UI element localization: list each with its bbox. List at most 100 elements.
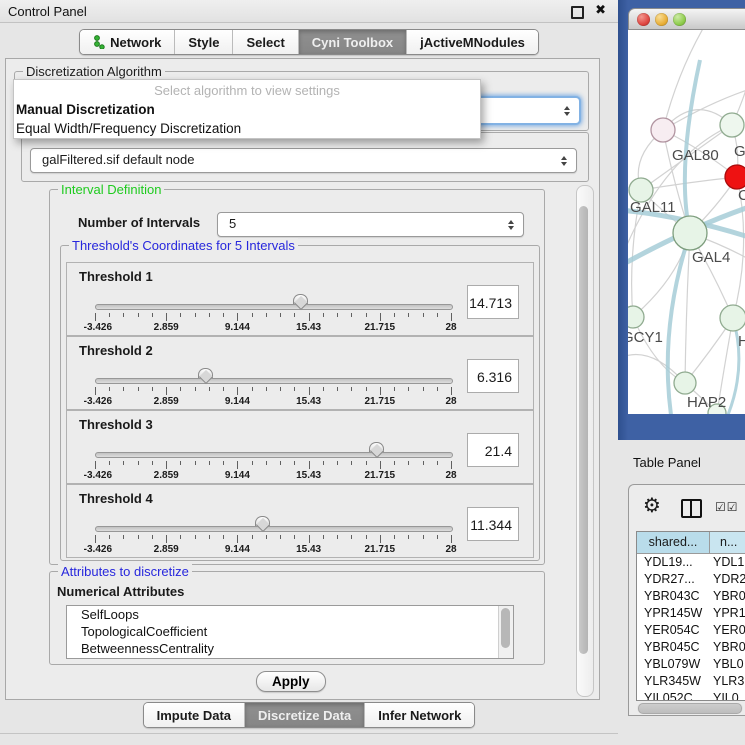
threshold-value-field[interactable]: 6.316 xyxy=(467,359,519,393)
network-edge[interactable] xyxy=(685,233,690,383)
network-edge[interactable] xyxy=(663,30,708,130)
thresholds-legend: Threshold's Coordinates for 5 Intervals xyxy=(69,238,298,253)
panel-vertical-scrollbar[interactable] xyxy=(576,185,594,697)
attribute-list-item[interactable]: TopologicalCoefficient xyxy=(67,623,513,640)
table-row[interactable]: YBR045CYBR0 xyxy=(637,639,745,656)
threshold-value-field[interactable]: 14.713 xyxy=(467,285,519,319)
number-of-intervals-value: 5 xyxy=(229,216,236,231)
slider-track[interactable] xyxy=(95,526,453,532)
list-scrollbar-thumb[interactable] xyxy=(501,608,510,648)
network-window-titlebar xyxy=(628,8,745,30)
slider-thumb[interactable] xyxy=(255,516,270,535)
network-node[interactable] xyxy=(720,113,744,137)
number-of-intervals-spinner[interactable]: 5 xyxy=(217,212,524,237)
numerical-attributes-list[interactable]: SelfLoopsTopologicalCoefficientBetweenne… xyxy=(66,605,514,659)
cell-name: YDL1 xyxy=(709,554,745,571)
close-traffic-light[interactable] xyxy=(637,13,650,26)
network-canvas[interactable]: GAL80GACGAL11GAL4GCY1HHAP2 xyxy=(628,30,745,414)
cell-shared-name: YBL079W xyxy=(637,656,709,673)
columns-icon[interactable] xyxy=(681,499,702,518)
interval-definition-legend: Interval Definition xyxy=(58,182,164,197)
close-panel-icon[interactable]: ✖ xyxy=(595,3,606,18)
network-node[interactable] xyxy=(651,118,675,142)
network-node-label: GAL4 xyxy=(692,249,730,266)
tab-label: Style xyxy=(188,35,219,50)
top-tab-group: Network Style SelectCyni Toolbox jActiveMNo… xyxy=(79,29,539,55)
gear-icon[interactable]: ⚙ xyxy=(643,493,661,517)
slider-track[interactable] xyxy=(95,452,453,458)
network-node[interactable] xyxy=(674,372,696,394)
threshold-value-field[interactable]: 21.4 xyxy=(467,433,519,467)
tab-impute-data[interactable]: Impute Data xyxy=(144,703,244,727)
network-edge[interactable] xyxy=(633,317,685,383)
table-row[interactable]: YLR345WYLR3 xyxy=(637,673,745,690)
tab-infer-network[interactable]: Infer Network xyxy=(364,703,474,727)
app-root: Control Panel ✖ Network Style SelectCyni T… xyxy=(0,0,745,745)
slider-track[interactable] xyxy=(95,378,453,384)
dropdown-options: Manual DiscretizationEqual Width/Frequen… xyxy=(14,100,480,138)
select-columns-icon[interactable]: ☑☑ xyxy=(715,500,739,514)
cell-name: YPR1 xyxy=(709,605,745,622)
spinner-stepper-icon[interactable] xyxy=(508,220,514,230)
attribute-list-item[interactable]: BetweennessCentrality xyxy=(67,640,513,657)
apply-button[interactable]: Apply xyxy=(256,671,326,692)
list-scrollbar[interactable] xyxy=(498,606,513,658)
slider-thumb[interactable] xyxy=(293,294,308,313)
table-data-combobox[interactable]: galFiltered.sif default node xyxy=(30,148,577,173)
table-row[interactable]: YIL052CYIL0 xyxy=(637,690,745,701)
tab-network[interactable]: Network xyxy=(80,30,174,54)
table-row[interactable]: YER054CYER0 xyxy=(637,622,745,639)
tab-jactivemnodules[interactable]: jActiveMNodules xyxy=(406,30,538,54)
minimize-traffic-light[interactable] xyxy=(655,13,668,26)
cell-shared-name: YBR045C xyxy=(637,639,709,656)
slider-track[interactable] xyxy=(95,304,453,310)
bottom-tab-bar: Impute Data Discretize Data Infer Network xyxy=(0,702,618,728)
table-scrollbar-thumb[interactable] xyxy=(638,703,742,714)
table-data-selected-value: galFiltered.sif default node xyxy=(42,152,194,167)
slider-thumb[interactable] xyxy=(198,368,213,387)
slider-tick-labels: -3.4262.8599.14415.4321.71528 xyxy=(95,396,452,408)
column-header-shared-name[interactable]: shared... xyxy=(637,532,710,553)
tab-label: Discretize Data xyxy=(258,708,351,723)
cell-shared-name: YPR145W xyxy=(637,605,709,622)
attribute-list-item[interactable]: SelfLoops xyxy=(67,606,513,623)
dropdown-option[interactable]: Manual Discretization xyxy=(14,100,480,119)
threshold-value-field[interactable]: 11.344 xyxy=(467,507,519,541)
network-node-label: GAL11 xyxy=(630,199,676,216)
network-edge-thick[interactable] xyxy=(725,318,739,414)
dropdown-hint: Select algorithm to view settings xyxy=(14,80,480,100)
tab-style[interactable]: Style xyxy=(174,30,232,54)
network-node[interactable] xyxy=(628,306,644,328)
combo-stepper-icon[interactable] xyxy=(564,106,570,116)
float-window-icon[interactable] xyxy=(571,6,584,19)
network-edge[interactable] xyxy=(641,177,737,190)
top-tab-bar: Network Style SelectCyni Toolbox jActiveMNo… xyxy=(0,29,618,55)
slider-ticks xyxy=(95,535,452,544)
bottom-right-filler xyxy=(618,716,745,745)
network-node[interactable] xyxy=(725,165,745,189)
column-header-name[interactable]: n... xyxy=(710,532,745,553)
discretization-algorithm-legend: Discretization Algorithm xyxy=(23,64,165,79)
combo-stepper-icon[interactable] xyxy=(561,156,567,166)
tab-discretize-data[interactable]: Discretize Data xyxy=(244,703,364,727)
tab-label: jActiveMNodules xyxy=(420,35,525,50)
table-row[interactable]: YBR043CYBR0 xyxy=(637,588,745,605)
table-horizontal-scrollbar[interactable] xyxy=(637,703,743,713)
table-row[interactable]: YDR27...YDR2 xyxy=(637,571,745,588)
interval-definition-fieldset: Interval Definition Number of Intervals … xyxy=(49,189,545,565)
panel-scrollbar-thumb[interactable] xyxy=(579,206,588,654)
tab-select[interactable]: Select xyxy=(232,30,297,54)
zoom-traffic-light[interactable] xyxy=(673,13,686,26)
control-panel-title: Control Panel xyxy=(8,4,87,19)
network-node[interactable] xyxy=(720,305,745,331)
table-row[interactable]: YBL079WYBL0 xyxy=(637,656,745,673)
tab-cyni-toolbox[interactable]: Cyni Toolbox xyxy=(298,30,406,54)
slider-thumb[interactable] xyxy=(369,442,384,461)
tab-label: Infer Network xyxy=(378,708,461,723)
network-node[interactable] xyxy=(673,216,707,250)
table-row[interactable]: YPR145WYPR1 xyxy=(637,605,745,622)
table-row[interactable]: YDL19...YDL1 xyxy=(637,554,745,571)
cell-name: YBR0 xyxy=(709,639,745,656)
dropdown-option[interactable]: Equal Width/Frequency Discretization xyxy=(14,119,480,138)
cyni-toolbox-panel: Discretization Algorithm Select algorith… xyxy=(5,58,600,700)
